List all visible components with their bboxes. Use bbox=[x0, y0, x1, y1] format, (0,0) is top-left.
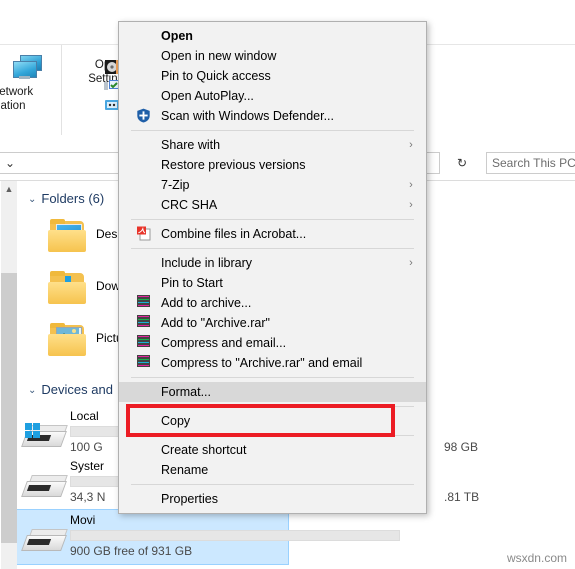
winrar-icon bbox=[136, 315, 152, 331]
drive-free-space-text: 100 G bbox=[70, 440, 103, 454]
menu-item-combine-files-in-acrobat[interactable]: Combine files in Acrobat... bbox=[119, 224, 426, 244]
chevron-right-icon: › bbox=[409, 179, 413, 191]
menu-item-label: Compress to "Archive.rar" and email bbox=[161, 356, 363, 370]
drive-size-right-text: .81 TB bbox=[444, 490, 480, 504]
group-header-label: Folders (6) bbox=[41, 191, 105, 206]
drive-row-movies[interactable]: Movi 900 GB free of 931 GB bbox=[14, 509, 400, 565]
winrar-icon bbox=[136, 355, 152, 371]
scroll-up-arrow-icon[interactable]: ▲ bbox=[1, 181, 17, 198]
menu-item-label: CRC SHA bbox=[161, 198, 218, 212]
menu-item-label: Create shortcut bbox=[161, 443, 247, 457]
drive-size-right-text: 98 GB bbox=[444, 440, 479, 454]
menu-separator bbox=[131, 377, 414, 378]
menu-item-open[interactable]: Open bbox=[119, 26, 426, 46]
folder-pictures-icon bbox=[48, 323, 90, 357]
menu-item-open-in-new-window[interactable]: Open in new window bbox=[119, 46, 426, 66]
refresh-icon[interactable]: ↻ bbox=[452, 153, 472, 173]
menu-item-label: Open bbox=[161, 29, 193, 43]
drive-icon bbox=[20, 527, 68, 553]
winrar-icon bbox=[136, 335, 152, 351]
menu-item-label: Add to archive... bbox=[161, 296, 252, 310]
menu-item-label: Copy bbox=[161, 414, 191, 428]
menu-item-crc-sha[interactable]: CRC SHA › bbox=[119, 195, 426, 215]
menu-item-add-to-archive[interactable]: Add to archive... bbox=[119, 293, 426, 313]
folder-tile-downloads[interactable]: Down bbox=[48, 271, 128, 311]
menu-item-label: Format... bbox=[161, 385, 212, 399]
acrobat-icon bbox=[136, 226, 152, 242]
menu-item-pin-to-quick-access[interactable]: Pin to Quick access bbox=[119, 66, 426, 86]
drive-free-space-text: 34,3 N bbox=[70, 490, 106, 504]
drive-name: Movi bbox=[70, 513, 96, 527]
menu-item-label: Combine files in Acrobat... bbox=[161, 227, 307, 241]
menu-separator bbox=[131, 435, 414, 436]
watermark: wsxdn.com bbox=[506, 551, 567, 565]
drive-icon bbox=[20, 423, 68, 449]
folder-tile-desktop[interactable]: Deskt bbox=[48, 219, 128, 259]
folder-downloads-icon bbox=[48, 271, 90, 305]
menu-item-7-zip[interactable]: 7-Zip › bbox=[119, 175, 426, 195]
chevron-down-icon: ⌄ bbox=[28, 194, 37, 205]
menu-item-format[interactable]: Format... bbox=[119, 382, 426, 402]
folder-tile-pictures[interactable]: Pictur bbox=[48, 323, 128, 363]
ribbon-label-line2: ation bbox=[0, 100, 26, 112]
group-header-folders[interactable]: ⌄ Folders (6) bbox=[28, 191, 104, 206]
menu-item-label: Rename bbox=[161, 463, 209, 477]
context-menu[interactable]: Open Open in new window Pin to Quick acces… bbox=[118, 21, 427, 514]
menu-item-add-to-archive-rar[interactable]: Add to "Archive.rar" bbox=[119, 313, 426, 333]
scrollbar-thumb[interactable] bbox=[1, 273, 17, 543]
menu-item-create-shortcut[interactable]: Create shortcut bbox=[119, 440, 426, 460]
menu-item-open-autoplay[interactable]: Open AutoPlay... bbox=[119, 86, 426, 106]
chevron-down-icon[interactable]: ⌄ bbox=[0, 153, 20, 173]
menu-item-scan-with-windows-defender[interactable]: Scan with Windows Defender... bbox=[119, 106, 426, 126]
drive-name: Syster bbox=[70, 459, 105, 473]
menu-item-properties[interactable]: Properties bbox=[119, 489, 426, 509]
menu-item-label: Open AutoPlay... bbox=[161, 89, 254, 103]
menu-separator bbox=[131, 406, 414, 407]
menu-item-restore-previous-versions[interactable]: Restore previous versions bbox=[119, 155, 426, 175]
menu-item-label: Properties bbox=[161, 492, 218, 506]
menu-item-label: 7-Zip bbox=[161, 178, 190, 192]
menu-item-share-with[interactable]: Share with › bbox=[119, 135, 426, 155]
menu-item-label: Open in new window bbox=[161, 49, 277, 63]
open-network-location-button[interactable]: network ation bbox=[0, 55, 56, 113]
windows-logo-icon bbox=[25, 423, 41, 439]
chevron-right-icon: › bbox=[409, 257, 413, 269]
menu-item-rename[interactable]: Rename bbox=[119, 460, 426, 480]
drive-icon bbox=[20, 473, 68, 499]
chevron-down-icon: ⌄ bbox=[28, 385, 37, 396]
menu-item-label: Include in library bbox=[161, 256, 253, 270]
drive-usage-bar bbox=[70, 530, 400, 541]
search-input[interactable]: Search This PC bbox=[486, 152, 575, 174]
group-header-label: Devices and bbox=[41, 382, 113, 397]
menu-item-include-in-library[interactable]: Include in library › bbox=[119, 253, 426, 273]
menu-item-compress-to-archive-rar-and-email[interactable]: Compress to "Archive.rar" and email bbox=[119, 353, 426, 373]
drive-free-space-text: 900 GB free of 931 GB bbox=[70, 544, 193, 558]
folder-desktop-icon bbox=[48, 219, 90, 253]
chevron-right-icon: › bbox=[409, 139, 413, 151]
menu-item-label: Add to "Archive.rar" bbox=[161, 316, 270, 330]
menu-item-compress-and-email[interactable]: Compress and email... bbox=[119, 333, 426, 353]
menu-item-label: Compress and email... bbox=[161, 336, 287, 350]
menu-separator bbox=[131, 219, 414, 220]
menu-item-label: Restore previous versions bbox=[161, 158, 306, 172]
menu-separator bbox=[131, 484, 414, 485]
menu-item-label: Share with bbox=[161, 138, 221, 152]
menu-separator bbox=[131, 248, 414, 249]
vertical-scrollbar[interactable]: ▲ bbox=[1, 181, 17, 569]
monitors-icon bbox=[0, 55, 42, 81]
menu-item-pin-to-start[interactable]: Pin to Start bbox=[119, 273, 426, 293]
menu-item-label: Pin to Quick access bbox=[161, 69, 271, 83]
winrar-icon bbox=[136, 295, 152, 311]
menu-item-label: Scan with Windows Defender... bbox=[161, 109, 334, 123]
menu-item-copy[interactable]: Copy bbox=[119, 411, 426, 431]
menu-separator bbox=[131, 130, 414, 131]
menu-item-label: Pin to Start bbox=[161, 276, 223, 290]
ribbon-label-line1: network bbox=[0, 86, 34, 98]
windows-defender-shield-icon bbox=[136, 108, 152, 124]
chevron-right-icon: › bbox=[409, 199, 413, 211]
drive-name: Local bbox=[70, 409, 99, 423]
ribbon-group-network: network ation bbox=[0, 45, 62, 135]
group-header-devices[interactable]: ⌄ Devices and bbox=[28, 382, 113, 397]
